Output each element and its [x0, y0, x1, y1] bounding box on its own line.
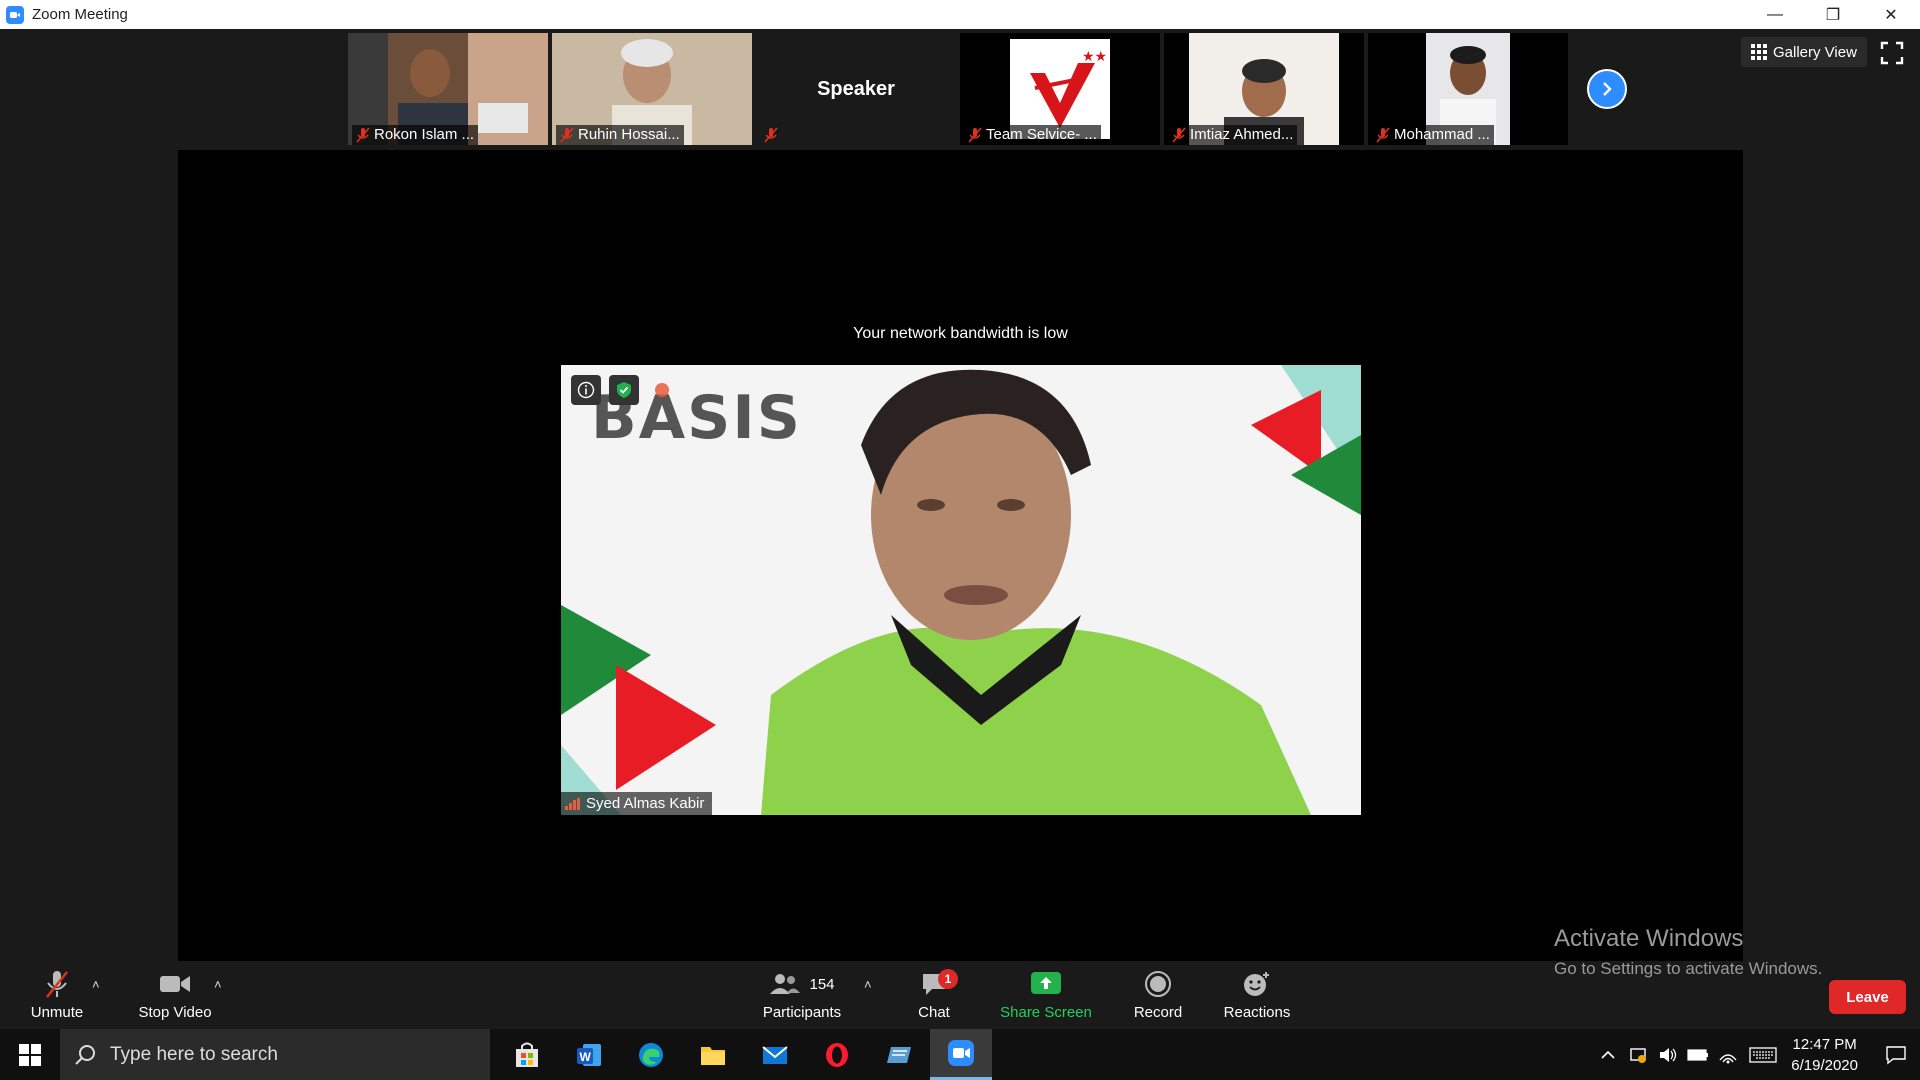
info-icon[interactable] [571, 375, 601, 405]
security-tray-icon[interactable] [1623, 1046, 1653, 1064]
participant-name-tag: Imtiaz Ahmed... [1168, 125, 1298, 145]
participant-count: 154 [809, 975, 835, 993]
start-button[interactable] [0, 1029, 60, 1080]
bandwidth-warning: Your network bandwidth is low [853, 325, 1068, 342]
taskbar-clock[interactable]: 12:47 PM 6/19/2020 [1791, 1034, 1858, 1076]
share-screen-button[interactable]: Share Screen [994, 961, 1098, 1029]
signal-strength-icon [565, 797, 580, 810]
taskbar-search-box[interactable]: Type here to search [60, 1029, 490, 1080]
opera-icon [826, 1042, 848, 1067]
window-title: Zoom Meeting [32, 6, 128, 23]
participant-tile[interactable]: Mohammad ... [1368, 33, 1568, 145]
video-camera-icon [160, 976, 190, 992]
chat-unread-badge: 1 [938, 969, 958, 989]
zoom-app-icon [6, 5, 24, 24]
video-options-caret[interactable]: ˄ [214, 977, 222, 992]
audio-options-caret[interactable]: ˄ [92, 977, 100, 992]
taskbar-mail[interactable] [744, 1029, 806, 1080]
search-icon [75, 1044, 95, 1065]
volume-icon[interactable] [1653, 1046, 1683, 1064]
mic-muted-icon [1172, 126, 1186, 143]
participant-name-tag [760, 126, 782, 145]
speaker-name-tag: Syed Almas Kabir [561, 792, 713, 815]
reactions-icon [1244, 972, 1269, 996]
shield-icon[interactable] [609, 375, 639, 405]
word-icon: W [577, 1043, 601, 1066]
next-page-button[interactable] [1587, 69, 1627, 109]
clock-date: 6/19/2020 [1791, 1056, 1858, 1074]
participant-strip: Rokon Islam ... Ruhin Hossai... Speaker [348, 33, 1568, 145]
svg-text:★★: ★★ [1082, 48, 1107, 64]
taskbar-store[interactable] [496, 1029, 558, 1080]
participants-options-caret[interactable]: ˄ [864, 977, 872, 992]
system-tray: 12:47 PM 6/19/2020 [1593, 1029, 1920, 1080]
windows-logo-icon [19, 1043, 41, 1066]
speaker-label: Speaker [817, 77, 895, 100]
participant-tile[interactable]: ★★ Team Selvice- ... [960, 33, 1160, 145]
taskbar-word[interactable]: W [558, 1029, 620, 1080]
window-titlebar: Zoom Meeting — ❐ ✕ [0, 0, 1920, 29]
mail-icon [762, 1045, 788, 1064]
search-placeholder: Type here to search [110, 1043, 278, 1065]
mic-muted-icon [560, 126, 574, 143]
participants-icon [770, 974, 801, 994]
notifications-icon[interactable] [1872, 1045, 1920, 1065]
mic-muted-icon [764, 127, 778, 143]
activate-windows-watermark: Activate Windows Go to Settings to activ… [1554, 925, 1823, 978]
mic-muted-icon [356, 126, 370, 143]
edge-icon [639, 1042, 663, 1067]
svg-text:W: W [580, 1050, 592, 1064]
app-window-icon [887, 1046, 911, 1063]
meeting-area: Rokon Islam ... Ruhin Hossai... Speaker [0, 29, 1920, 963]
fullscreen-icon[interactable] [1880, 41, 1904, 65]
folder-icon [701, 1046, 725, 1065]
participant-tile[interactable]: Rokon Islam ... [348, 33, 548, 145]
chevron-right-icon [1603, 82, 1612, 96]
taskbar-opera[interactable] [806, 1029, 868, 1080]
reactions-button[interactable]: Reactions [1220, 961, 1294, 1029]
windows-taskbar: Type here to search W 12:47 PM 6/19/2020 [0, 1029, 1920, 1080]
mic-muted-icon [968, 126, 982, 143]
participant-name-tag: Team Selvice- ... [964, 125, 1101, 145]
participant-tile[interactable]: Imtiaz Ahmed... [1164, 33, 1364, 145]
battery-icon[interactable] [1683, 1048, 1713, 1062]
participant-name-tag: Rokon Islam ... [352, 125, 479, 145]
store-icon [516, 1042, 538, 1067]
mic-off-icon [46, 971, 68, 998]
record-button[interactable]: Record [1128, 961, 1188, 1029]
participants-button[interactable]: 154 Participants [756, 961, 848, 1029]
speaker-tile[interactable]: Speaker [756, 33, 956, 145]
close-button[interactable]: ✕ [1862, 0, 1920, 29]
gallery-view-button[interactable]: Gallery View [1741, 37, 1867, 67]
participant-name-tag: Ruhin Hossai... [556, 125, 684, 145]
record-indicator-icon [647, 375, 677, 405]
unmute-button[interactable]: Unmute [24, 961, 90, 1029]
zoom-icon [948, 1040, 974, 1066]
mic-muted-icon [1376, 126, 1390, 143]
participant-name-tag: Mohammad ... [1372, 125, 1494, 145]
share-screen-icon [1031, 972, 1061, 994]
leave-meeting-button[interactable]: Leave [1829, 980, 1906, 1014]
speaker-video[interactable]: BASIS Syed Almas Kabir [561, 365, 1361, 815]
keyboard-icon[interactable] [1743, 1046, 1783, 1063]
taskbar-zoom[interactable] [930, 1029, 992, 1080]
restore-button[interactable]: ❐ [1804, 0, 1862, 29]
minimize-button[interactable]: — [1746, 0, 1804, 29]
taskbar-app[interactable] [868, 1029, 930, 1080]
participant-tile[interactable]: Ruhin Hossai... [552, 33, 752, 145]
record-icon [1145, 971, 1171, 997]
taskbar-edge[interactable] [620, 1029, 682, 1080]
show-hidden-icons-chevron[interactable] [1593, 1050, 1623, 1060]
taskbar-file-explorer[interactable] [682, 1029, 744, 1080]
clock-time: 12:47 PM [1792, 1035, 1857, 1053]
grid-icon [1751, 44, 1767, 60]
active-speaker-view: Your network bandwidth is low BASIS Syed… [178, 150, 1743, 963]
stop-video-button[interactable]: Stop Video [132, 961, 218, 1029]
wifi-icon[interactable] [1713, 1046, 1743, 1064]
